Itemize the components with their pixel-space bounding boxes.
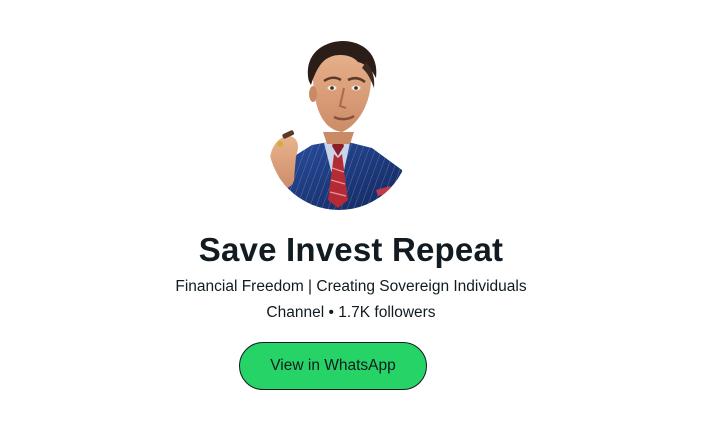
channel-title: Save Invest Repeat (198, 231, 504, 268)
channel-card: Save Invest Repeat Financial Freedom | C… (0, 0, 702, 427)
channel-avatar (268, 40, 410, 210)
channel-description: Financial Freedom | Creating Sovereign I… (175, 278, 527, 295)
view-in-whatsapp-label: View in WhatsApp (270, 357, 396, 374)
channel-avatar-illustration (270, 41, 410, 210)
view-in-whatsapp-button[interactable]: View in WhatsApp (239, 342, 427, 390)
channel-followers-meta: Channel • 1.7K followers (266, 304, 436, 321)
